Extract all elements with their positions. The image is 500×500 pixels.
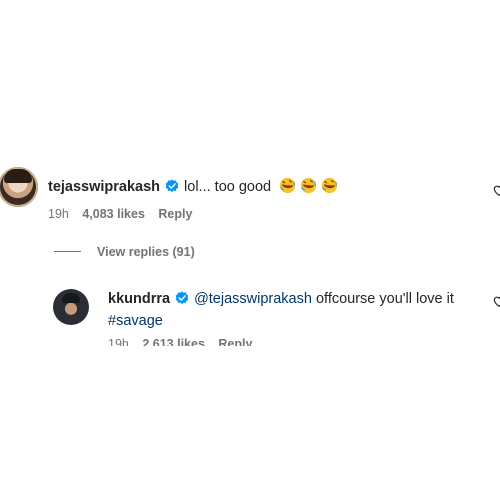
comment-username[interactable]: tejasswiprakash <box>48 179 160 195</box>
rolling-laughing-emoji-icon <box>301 177 317 194</box>
rolling-laughing-emoji-icon <box>322 177 338 194</box>
view-replies-button[interactable]: View replies (91) <box>54 245 195 259</box>
heart-icon[interactable] <box>492 183 500 197</box>
avatar[interactable] <box>0 167 38 207</box>
reply-hashtag-link[interactable]: #savage <box>108 313 163 329</box>
reply-username[interactable]: kkundrra <box>108 291 170 307</box>
comment-time: 19h <box>48 207 69 221</box>
comments-section: tejasswiprakash lol... too good 19h 4,083… <box>0 0 500 500</box>
rolling-laughing-emoji-icon <box>280 177 296 194</box>
reply-line: kkundrra @tejasswiprakash offcourse you'l… <box>108 288 478 332</box>
reply-comment: kkundrra @tejasswiprakash offcourse you'l… <box>0 282 500 346</box>
reply-button[interactable]: Reply <box>218 337 252 346</box>
reply-meta: 19h 2,613 likes Reply <box>108 337 262 346</box>
comment-meta: 19h 4,083 likes Reply <box>48 207 202 221</box>
heart-icon[interactable] <box>492 294 500 308</box>
verified-badge-icon <box>165 179 179 192</box>
reply-likes[interactable]: 2,613 likes <box>142 337 205 346</box>
comment-line: tejasswiprakash lol... too good <box>48 177 338 197</box>
reply-time: 19h <box>108 337 129 346</box>
comment-likes[interactable]: 4,083 likes <box>82 207 145 221</box>
avatar[interactable] <box>53 289 89 325</box>
reply-mention-link[interactable]: @tejasswiprakash <box>194 291 312 307</box>
reply-text: offcourse you'll love it <box>315 291 454 307</box>
comment-text: lol... too good <box>184 179 272 195</box>
view-replies-divider <box>54 251 81 252</box>
reply-button[interactable]: Reply <box>158 207 192 221</box>
verified-badge-icon <box>175 291 189 304</box>
view-replies-label: View replies (91) <box>97 245 195 259</box>
comment: tejasswiprakash lol... too good 19h 4,083… <box>0 164 500 234</box>
